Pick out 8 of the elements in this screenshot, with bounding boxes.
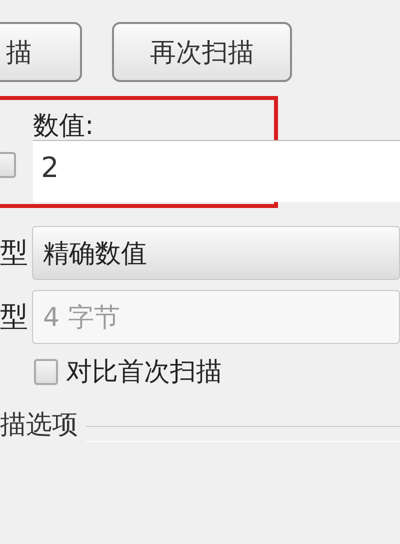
checkbox-label: 对比首次扫描 <box>66 356 222 389</box>
value-label: 数值: <box>33 110 94 143</box>
scan-button[interactable]: 描 <box>0 22 82 82</box>
scan-button[interactable]: 再次扫描 <box>112 22 292 82</box>
scan-type-dropdown[interactable]: 精确数值 <box>32 226 400 280</box>
checkbox[interactable] <box>34 358 58 384</box>
group-title: 描选项 <box>0 409 78 442</box>
value-input[interactable]: 2 <box>33 140 400 202</box>
